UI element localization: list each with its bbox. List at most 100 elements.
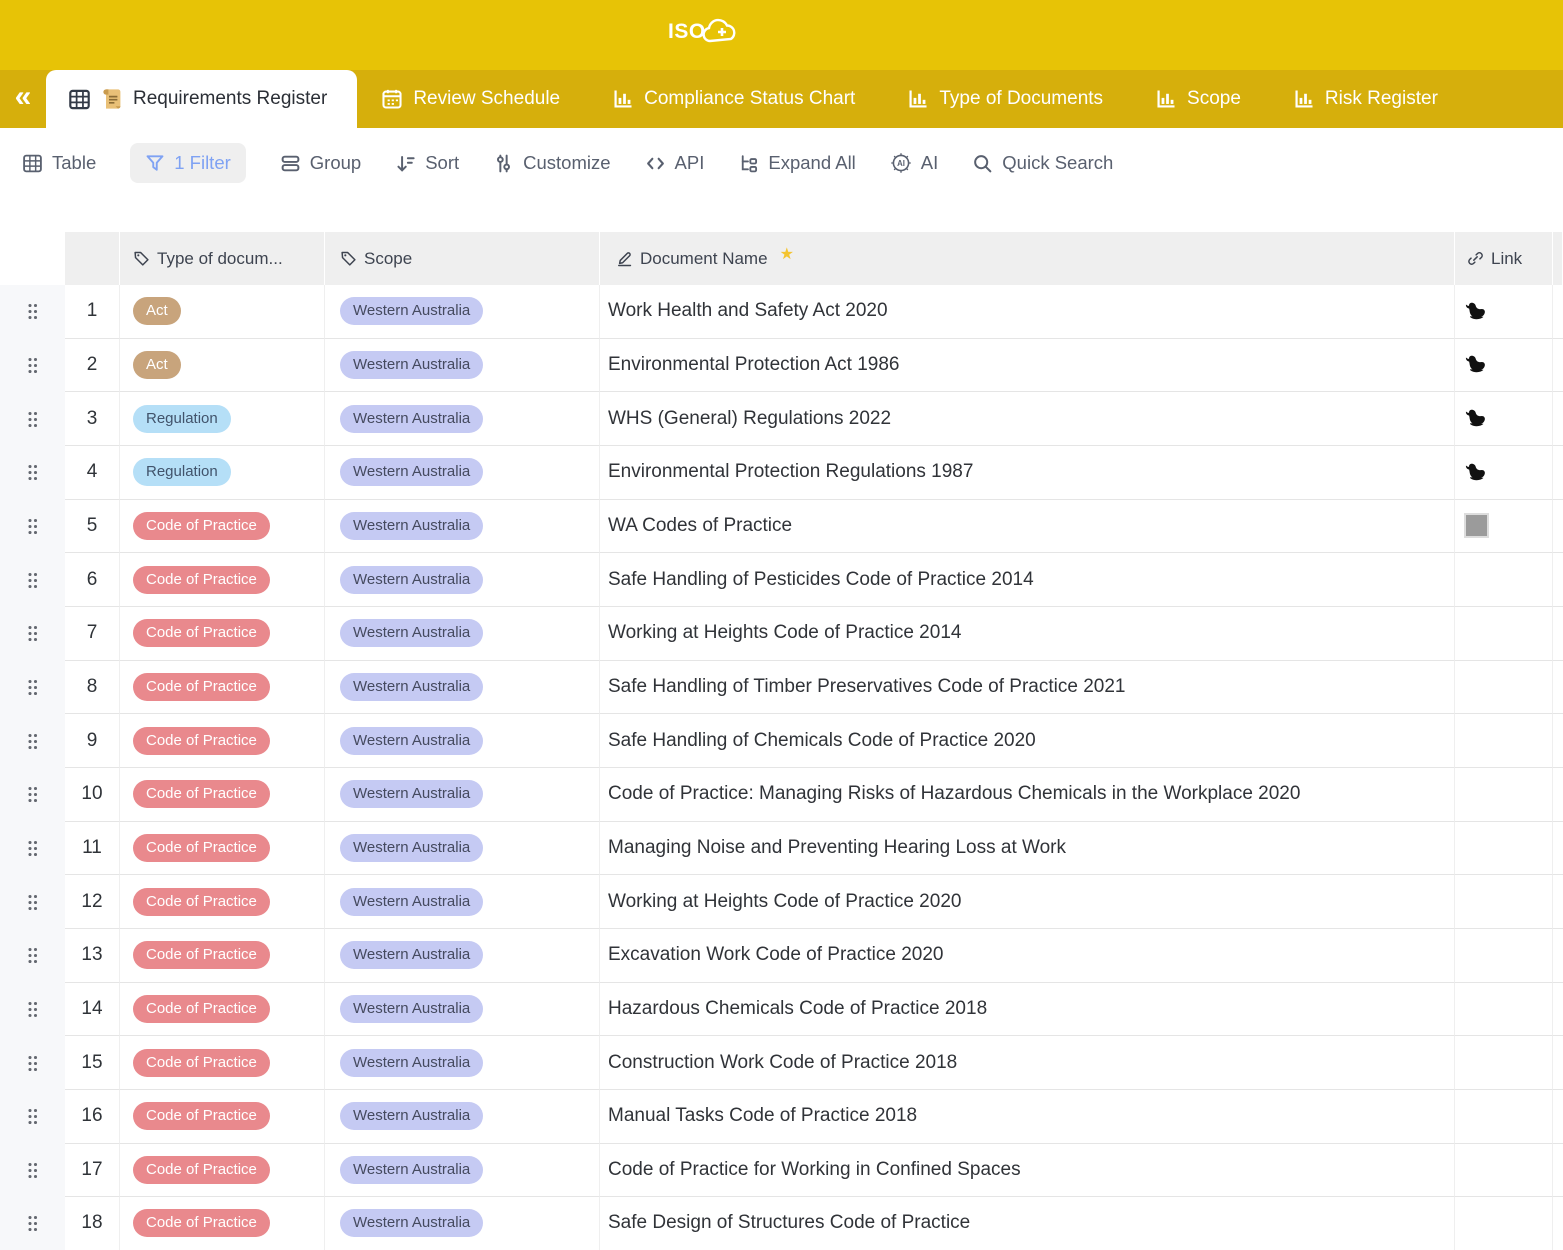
document-name[interactable]: Excavation Work Code of Practice 2020 [600,929,1455,983]
link-cell[interactable] [1455,1090,1553,1144]
document-name[interactable]: Code of Practice: Managing Risks of Haza… [600,768,1455,822]
tab-risk-register[interactable]: Risk Register [1293,88,1438,110]
link-cell[interactable] [1455,929,1553,983]
document-name[interactable]: Manual Tasks Code of Practice 2018 [600,1090,1455,1144]
column-header-type[interactable]: Type of docum... [120,232,325,285]
link-cell[interactable] [1455,446,1553,500]
drag-handle-icon[interactable] [27,786,38,803]
scope-cell[interactable]: Western Australia [325,875,600,929]
scope-cell[interactable]: Western Australia [325,768,600,822]
type-cell[interactable]: Code of Practice [120,500,325,554]
document-name[interactable]: Work Health and Safety Act 2020 [600,285,1455,339]
link-cell[interactable] [1455,500,1553,554]
type-cell[interactable]: Act [120,285,325,339]
link-cell[interactable] [1455,983,1553,1037]
drag-handle-icon[interactable] [27,840,38,857]
type-cell[interactable]: Code of Practice [120,661,325,715]
type-cell[interactable]: Code of Practice [120,875,325,929]
api-button[interactable]: API [645,152,705,174]
tab-scope[interactable]: Scope [1155,88,1241,110]
ai-button[interactable]: AI AI [890,152,938,174]
link-cell[interactable] [1455,392,1553,446]
tab-requirements-register[interactable]: Requirements Register [46,70,357,128]
document-name[interactable]: Safe Handling of Timber Preservatives Co… [600,661,1455,715]
type-cell[interactable]: Code of Practice [120,553,325,607]
link-cell[interactable] [1455,661,1553,715]
link-cell[interactable] [1455,875,1553,929]
column-header-link[interactable]: Link [1455,232,1553,285]
type-cell[interactable]: Code of Practice [120,822,325,876]
scope-cell[interactable]: Western Australia [325,607,600,661]
drag-handle-icon[interactable] [27,518,38,535]
scope-cell[interactable]: Western Australia [325,1197,600,1250]
scope-cell[interactable]: Western Australia [325,714,600,768]
scope-cell[interactable]: Western Australia [325,661,600,715]
scope-cell[interactable]: Western Australia [325,822,600,876]
document-name[interactable]: Construction Work Code of Practice 2018 [600,1036,1455,1090]
drag-handle-icon[interactable] [27,357,38,374]
scope-cell[interactable]: Western Australia [325,339,600,393]
scope-cell[interactable]: Western Australia [325,1036,600,1090]
customize-button[interactable]: Customize [493,152,610,174]
document-name[interactable]: Code of Practice for Working in Confined… [600,1144,1455,1198]
drag-handle-icon[interactable] [27,1162,38,1179]
scope-cell[interactable]: Western Australia [325,285,600,339]
scope-cell[interactable]: Western Australia [325,983,600,1037]
collapse-sidebar-button[interactable]: « [0,82,46,116]
drag-handle-icon[interactable] [27,947,38,964]
drag-handle-icon[interactable] [27,572,38,589]
drag-handle-icon[interactable] [27,1001,38,1018]
tab-compliance-status-chart[interactable]: Compliance Status Chart [612,88,855,110]
link-cell[interactable] [1455,285,1553,339]
drag-handle-icon[interactable] [27,464,38,481]
scope-cell[interactable]: Western Australia [325,392,600,446]
document-name[interactable]: Safe Handling of Pesticides Code of Prac… [600,553,1455,607]
document-name[interactable]: Safe Handling of Chemicals Code of Pract… [600,714,1455,768]
drag-handle-icon[interactable] [27,894,38,911]
type-cell[interactable]: Code of Practice [120,768,325,822]
document-name[interactable]: Working at Heights Code of Practice 2020 [600,875,1455,929]
link-cell[interactable] [1455,553,1553,607]
type-cell[interactable]: Regulation [120,446,325,500]
link-cell[interactable] [1455,607,1553,661]
document-name[interactable]: Safe Design of Structures Code of Practi… [600,1197,1455,1250]
scope-cell[interactable]: Western Australia [325,929,600,983]
group-button[interactable]: Group [280,152,361,174]
document-name[interactable]: Environmental Protection Regulations 198… [600,446,1455,500]
drag-handle-icon[interactable] [27,411,38,428]
filter-button[interactable]: 1 Filter [130,143,246,183]
column-header-document-name[interactable]: Document Name ★ [600,232,1455,285]
type-cell[interactable]: Act [120,339,325,393]
scope-cell[interactable]: Western Australia [325,500,600,554]
link-cell[interactable] [1455,822,1553,876]
drag-handle-icon[interactable] [27,303,38,320]
quick-search-button[interactable]: Quick Search [972,152,1113,174]
document-name[interactable]: Environmental Protection Act 1986 [600,339,1455,393]
document-name[interactable]: WA Codes of Practice [600,500,1455,554]
document-name[interactable]: Hazardous Chemicals Code of Practice 201… [600,983,1455,1037]
scope-cell[interactable]: Western Australia [325,1090,600,1144]
type-cell[interactable]: Code of Practice [120,714,325,768]
sort-button[interactable]: Sort [395,152,459,174]
tab-type-of-documents[interactable]: Type of Documents [907,88,1103,110]
type-cell[interactable]: Code of Practice [120,983,325,1037]
type-cell[interactable]: Code of Practice [120,929,325,983]
type-cell[interactable]: Regulation [120,392,325,446]
link-cell[interactable] [1455,1144,1553,1198]
drag-handle-icon[interactable] [27,625,38,642]
type-cell[interactable]: Code of Practice [120,1197,325,1250]
drag-handle-icon[interactable] [27,733,38,750]
link-cell[interactable] [1455,1197,1553,1250]
column-header-scope[interactable]: Scope [325,232,600,285]
type-cell[interactable]: Code of Practice [120,607,325,661]
document-name[interactable]: Managing Noise and Preventing Hearing Lo… [600,822,1455,876]
link-cell[interactable] [1455,339,1553,393]
expand-all-button[interactable]: Expand All [738,152,855,174]
link-cell[interactable] [1455,714,1553,768]
link-cell[interactable] [1455,768,1553,822]
drag-handle-icon[interactable] [27,1108,38,1125]
link-cell[interactable] [1455,1036,1553,1090]
type-cell[interactable]: Code of Practice [120,1036,325,1090]
drag-handle-icon[interactable] [27,679,38,696]
scope-cell[interactable]: Western Australia [325,446,600,500]
